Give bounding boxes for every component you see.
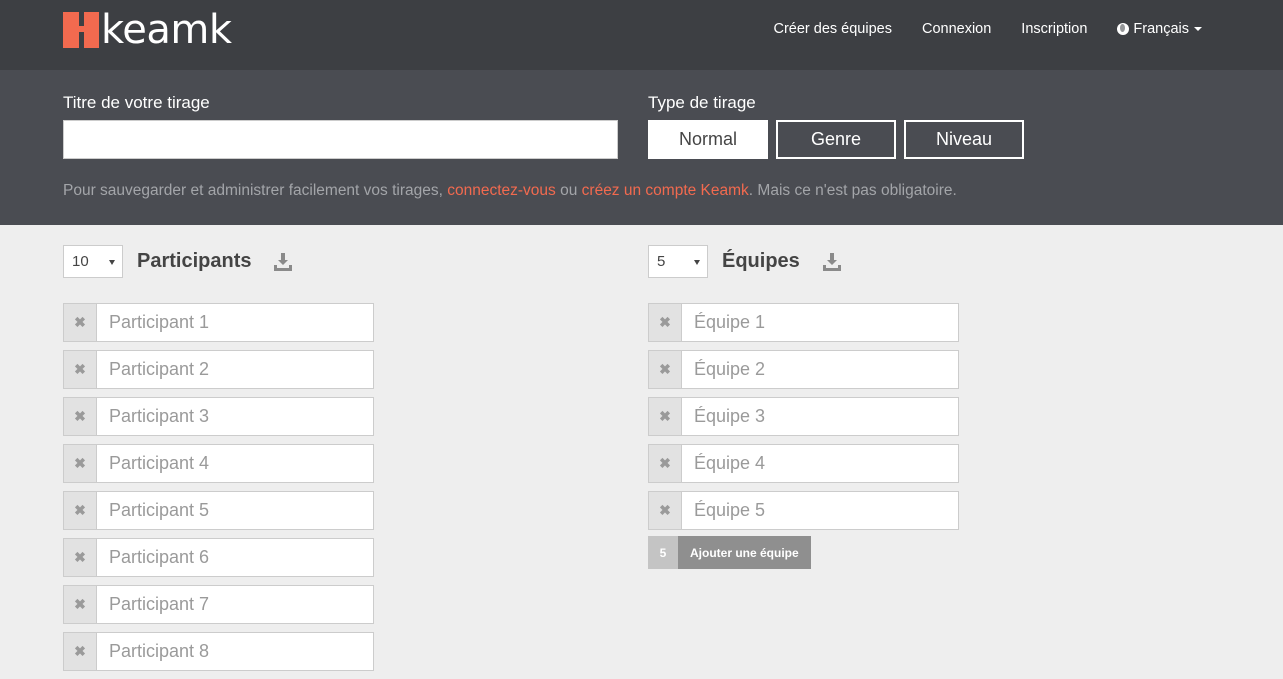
participant-row: ✖ Participant 4 — [63, 444, 374, 483]
draw-title-input[interactable] — [63, 120, 618, 159]
nav-links: Créer des équipes Connexion Inscription … — [773, 21, 1202, 37]
teams-header: 5 Équipes — [648, 245, 959, 278]
login-link[interactable]: connectez-vous — [447, 182, 556, 199]
nav-create-teams[interactable]: Créer des équipes — [773, 21, 892, 37]
teams-count-select[interactable]: 5 — [648, 245, 708, 278]
participant-name-input[interactable]: Participant 3 — [96, 397, 374, 436]
remove-icon[interactable]: ✖ — [63, 632, 96, 671]
draw-settings: Titre de votre tirage Type de tirage Nor… — [0, 70, 1283, 225]
remove-icon[interactable]: ✖ — [63, 350, 96, 389]
participant-name-input[interactable]: Participant 7 — [96, 585, 374, 624]
type-normal-button[interactable]: Normal — [648, 120, 768, 159]
notice-text-after: . Mais ce n'est pas obligatoire. — [748, 182, 957, 199]
teams-count-value: 5 — [657, 253, 666, 270]
remove-icon[interactable]: ✖ — [63, 303, 96, 342]
participant-name-input[interactable]: Participant 4 — [96, 444, 374, 483]
remove-icon[interactable]: ✖ — [648, 397, 681, 436]
type-gender-button[interactable]: Genre — [776, 120, 896, 159]
type-level-button[interactable]: Niveau — [904, 120, 1024, 159]
remove-icon[interactable]: ✖ — [63, 538, 96, 577]
select-arrow-icon — [109, 260, 115, 265]
team-row: ✖ Équipe 1 — [648, 303, 959, 342]
remove-icon[interactable]: ✖ — [648, 303, 681, 342]
language-label: Français — [1133, 21, 1189, 37]
participant-name-input[interactable]: Participant 5 — [96, 491, 374, 530]
title-label: Titre de votre tirage — [63, 93, 210, 112]
remove-icon[interactable]: ✖ — [63, 444, 96, 483]
participants-title: Participants — [137, 250, 252, 272]
download-icon[interactable] — [273, 252, 293, 272]
participants-header: 10 Participants — [63, 245, 374, 278]
add-team-button[interactable]: 5 Ajouter une équipe — [648, 536, 959, 569]
logo-text: keamk — [101, 7, 232, 53]
nav-signup[interactable]: Inscription — [1021, 21, 1087, 37]
team-name-input[interactable]: Équipe 5 — [681, 491, 959, 530]
teams-column: 5 Équipes ✖ Équipe 1 ✖ Équipe 2 ✖ Équipe 3 ✖ Éq… — [648, 245, 959, 569]
participant-row: ✖ Participant 8 — [63, 632, 374, 671]
participants-list: ✖ Participant 1 ✖ Participant 2 ✖ Participant… — [63, 303, 374, 671]
remove-icon[interactable]: ✖ — [648, 491, 681, 530]
navbar: keamk Créer des équipes Connexion Inscri… — [0, 0, 1283, 70]
login-notice: Pour sauvegarder et administrer facileme… — [63, 182, 957, 200]
participants-count-select[interactable]: 10 — [63, 245, 123, 278]
caret-down-icon — [1194, 27, 1202, 31]
participant-row: ✖ Participant 6 — [63, 538, 374, 577]
participant-row: ✖ Participant 3 — [63, 397, 374, 436]
download-icon[interactable] — [822, 252, 842, 272]
team-row: ✖ Équipe 4 — [648, 444, 959, 483]
remove-icon[interactable]: ✖ — [648, 350, 681, 389]
add-team-label: Ajouter une équipe — [678, 536, 811, 569]
remove-icon[interactable]: ✖ — [63, 491, 96, 530]
remove-icon[interactable]: ✖ — [648, 444, 681, 483]
notice-text-before: Pour sauvegarder et administrer facileme… — [63, 182, 448, 199]
team-row: ✖ Équipe 3 — [648, 397, 959, 436]
teams-title: Équipes — [722, 250, 800, 272]
team-row: ✖ Équipe 2 — [648, 350, 959, 389]
team-row: ✖ Équipe 5 — [648, 491, 959, 530]
participant-row: ✖ Participant 1 — [63, 303, 374, 342]
participant-name-input[interactable]: Participant 2 — [96, 350, 374, 389]
keamk-logo[interactable]: keamk — [63, 7, 232, 53]
team-name-input[interactable]: Équipe 1 — [681, 303, 959, 342]
language-dropdown[interactable]: Français — [1117, 21, 1202, 37]
participant-name-input[interactable]: Participant 6 — [96, 538, 374, 577]
participants-column: 10 Participants ✖ Participant 1 ✖ Participa… — [63, 245, 374, 679]
remove-icon[interactable]: ✖ — [63, 397, 96, 436]
create-account-link[interactable]: créez un compte Keamk — [582, 182, 749, 199]
logo-mark-icon — [63, 12, 99, 48]
participant-row: ✖ Participant 5 — [63, 491, 374, 530]
participant-name-input[interactable]: Participant 8 — [96, 632, 374, 671]
notice-text-middle: ou — [555, 182, 582, 199]
team-name-input[interactable]: Équipe 3 — [681, 397, 959, 436]
team-name-input[interactable]: Équipe 2 — [681, 350, 959, 389]
select-arrow-icon — [694, 260, 700, 265]
globe-icon — [1117, 23, 1130, 35]
nav-login[interactable]: Connexion — [922, 21, 991, 37]
participant-row: ✖ Participant 2 — [63, 350, 374, 389]
participant-name-input[interactable]: Participant 1 — [96, 303, 374, 342]
participants-count-value: 10 — [72, 253, 89, 270]
type-label: Type de tirage — [648, 93, 756, 112]
add-team-count: 5 — [648, 536, 678, 569]
participant-row: ✖ Participant 7 — [63, 585, 374, 624]
draw-type-group: Normal Genre Niveau — [648, 120, 1024, 159]
teams-list: ✖ Équipe 1 ✖ Équipe 2 ✖ Équipe 3 ✖ Équipe 4 ✖ Équ… — [648, 303, 959, 530]
remove-icon[interactable]: ✖ — [63, 585, 96, 624]
team-name-input[interactable]: Équipe 4 — [681, 444, 959, 483]
